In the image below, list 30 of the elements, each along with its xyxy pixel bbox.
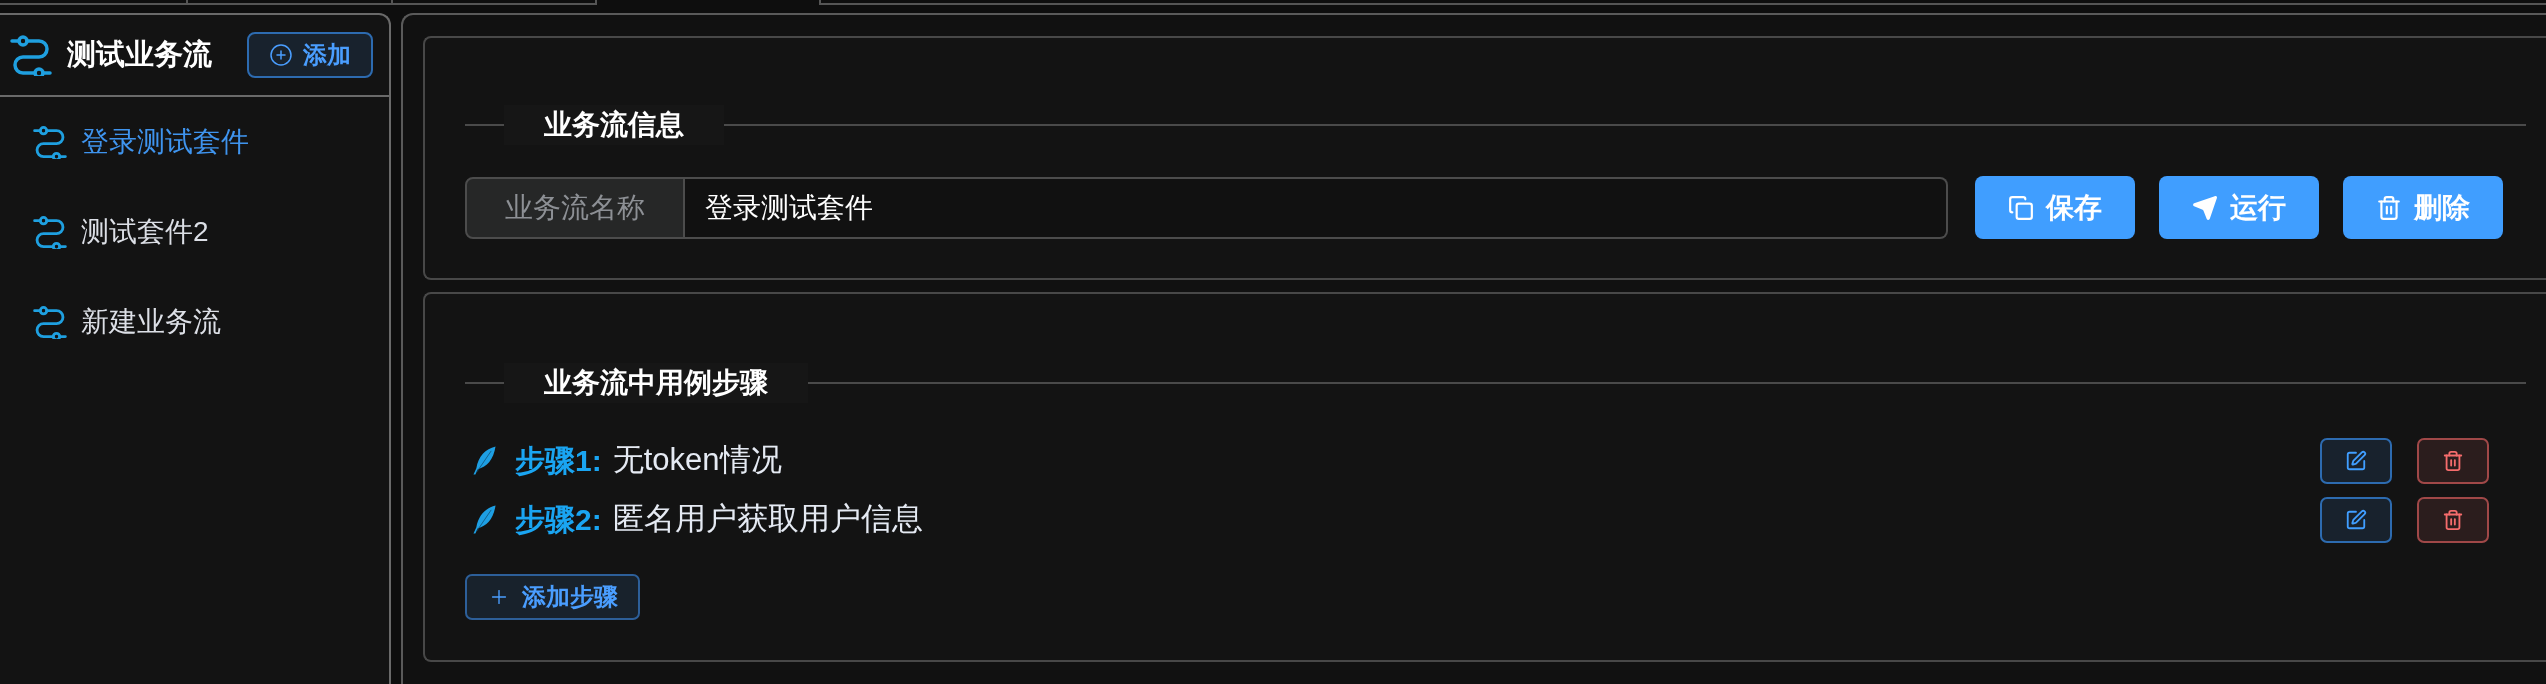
trash-icon (2442, 508, 2464, 531)
trash-icon (2376, 194, 2402, 221)
sidebar-item[interactable]: 登录测试套件 (0, 97, 389, 187)
name-input[interactable]: 登录测试套件 (685, 176, 1948, 239)
feather-icon (473, 505, 496, 534)
trash-icon (2442, 449, 2464, 472)
edit-icon (2345, 449, 2367, 472)
plus-circle-icon (269, 43, 293, 67)
delete-button[interactable] (2417, 437, 2489, 484)
sidebar-item[interactable]: 新建业务流 (0, 277, 389, 367)
sidebar-item[interactable]: 测试套件2 (0, 187, 389, 277)
edit-button[interactable] (2320, 437, 2392, 484)
copy-icon (2008, 194, 2034, 221)
feather-icon (473, 446, 496, 475)
flow-icon (33, 125, 67, 159)
edit-button[interactable] (2320, 496, 2392, 543)
add-step-button[interactable]: 添加步骤 (465, 574, 640, 620)
flow-icon (10, 34, 52, 76)
flow-icon (33, 305, 67, 339)
delete-button[interactable] (2417, 496, 2489, 543)
step-name: 匿名用户获取用户信息 (612, 500, 923, 539)
field-label: 业务流名称 (465, 176, 685, 239)
step-label: 步骤1: (515, 443, 602, 479)
step-name: 无token情况 (612, 441, 782, 480)
sidebar-title: 测试业务流 (67, 37, 212, 73)
step-label: 步骤2: (515, 502, 602, 538)
send-icon (2192, 194, 2218, 221)
add-button[interactable]: 添加 (247, 32, 373, 78)
flow-icon (33, 215, 67, 249)
edit-icon (2345, 508, 2367, 531)
